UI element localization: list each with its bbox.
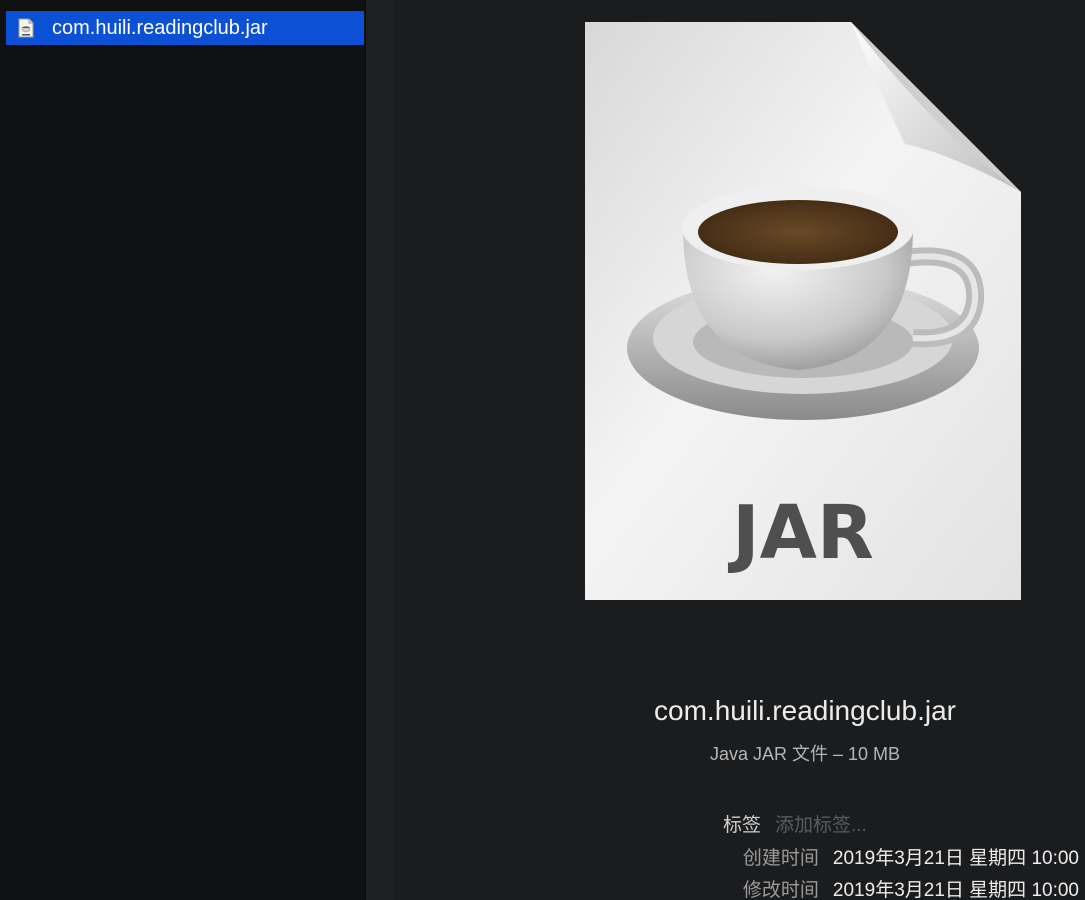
column-resize-handle[interactable] [365, 0, 394, 900]
jar-document-icon: JAR [583, 20, 1023, 602]
file-list-column: com.huili.readingclub.jar [0, 0, 365, 900]
tags-row: 标签 添加标签... [723, 810, 1079, 837]
file-list-item-selected[interactable]: com.huili.readingclub.jar [6, 11, 364, 45]
finder-window: com.huili.readingclub.jar JAR com.huili.… [0, 0, 1085, 900]
file-list-item-label: com.huili.readingclub.jar [52, 16, 268, 39]
preview-file-kind: Java JAR 文件 – 10 MB [709, 744, 901, 764]
modified-row: 修改时间 2019年3月21日 星期四 10:00 [743, 875, 1079, 900]
preview-file-name: com.huili.readingclub.jar [654, 695, 956, 726]
jar-file-icon [18, 18, 34, 38]
add-tags-field[interactable]: 添加标签... [775, 810, 1079, 837]
created-row: 创建时间 2019年3月21日 星期四 10:00 [743, 843, 1079, 870]
tags-label: 标签 [722, 815, 761, 836]
created-label: 创建时间 [742, 848, 819, 869]
modified-value: 2019年3月21日 星期四 10:00 [832, 880, 1079, 900]
jar-icon-label: JAR [732, 490, 874, 576]
created-value: 2019年3月21日 星期四 10:00 [832, 848, 1079, 869]
modified-label: 修改时间 [742, 880, 819, 900]
